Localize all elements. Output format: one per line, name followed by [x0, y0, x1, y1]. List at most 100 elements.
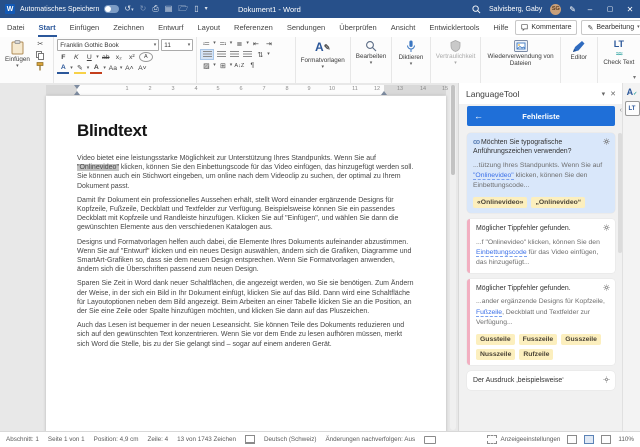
qat-customize-icon[interactable]: ▾	[205, 6, 208, 12]
status-position[interactable]: Position: 4,9 cm	[94, 436, 139, 443]
web-layout-icon[interactable]	[601, 435, 611, 444]
undo-icon[interactable]: ↺▾	[124, 5, 133, 13]
bold-button[interactable]: F	[57, 53, 69, 62]
tab-datei[interactable]: Datei	[0, 18, 32, 37]
numbering-icon[interactable]: ≕	[217, 39, 229, 48]
minimize-button[interactable]: –	[584, 5, 596, 14]
status-track-changes[interactable]: Änderungen nachverfolgen: Aus	[325, 436, 415, 443]
status-page[interactable]: Seite 1 von 1	[48, 436, 85, 443]
paste-button[interactable]: Einfügen▾	[3, 39, 32, 70]
borders-icon[interactable]: ⊞	[217, 61, 229, 70]
status-line[interactable]: Zeile: 4	[147, 436, 168, 443]
copy-icon[interactable]	[34, 50, 47, 60]
avatar[interactable]: SG	[550, 4, 561, 15]
suggestion-chip[interactable]: „Onlinevideo“	[531, 197, 585, 208]
tab-ueberpruefen[interactable]: Überprüfen	[332, 18, 384, 37]
suggestion-chip[interactable]: Nusszeile	[476, 349, 515, 360]
tab-zeichnen[interactable]: Zeichnen	[106, 18, 151, 37]
suggestion-chip[interactable]: «Onlinevideo»	[473, 197, 527, 208]
ink-pen-icon[interactable]: ✎	[569, 5, 576, 14]
cut-icon[interactable]: ✂	[34, 39, 47, 49]
print-layout-icon[interactable]	[584, 435, 594, 444]
line-spacing-icon[interactable]: ⇅	[254, 50, 266, 59]
format-painter-icon[interactable]	[34, 61, 47, 71]
print-preview-icon[interactable]: ⎙	[152, 5, 158, 13]
align-left-icon[interactable]	[200, 49, 214, 60]
font-size-select[interactable]: 11▾	[161, 39, 193, 51]
editing-mode-button[interactable]: ✎ Bearbeitung ▾	[581, 20, 640, 35]
status-section[interactable]: Abschnitt: 1	[6, 436, 39, 443]
gear-icon[interactable]	[603, 284, 610, 291]
left-indent-marker[interactable]	[74, 91, 80, 95]
underline-button[interactable]: U	[83, 53, 95, 62]
gear-icon[interactable]	[603, 138, 610, 145]
font-name-select[interactable]: Franklin Gothic Book▾	[57, 39, 159, 51]
pilcrow-icon[interactable]: ¶	[246, 61, 258, 70]
lt-card-typography[interactable]: coMöchten Sie typografische Anführungsze…	[467, 133, 615, 213]
document-page[interactable]: Blindtext Video bietet eine leistungssta…	[46, 96, 446, 432]
horizontal-ruler[interactable]: 1 2 3 4 5 6 7 8 9 10 11 12 13 14 15	[46, 85, 446, 95]
lt-card-expression[interactable]: Der Ausdruck ‚beispielsweise‘	[467, 371, 615, 390]
close-button[interactable]: ✕	[624, 5, 636, 14]
italic-button[interactable]: K	[70, 53, 82, 62]
highlight-button[interactable]: ✎	[74, 63, 86, 74]
lt-card-typo-2[interactable]: Möglicher Tippfehler gefunden. ...ander …	[467, 279, 615, 365]
subscript-button[interactable]: x₂	[113, 53, 125, 62]
justify-icon[interactable]	[241, 50, 253, 59]
status-language[interactable]: Deutsch (Schweiz)	[264, 436, 317, 443]
editor-button[interactable]: Editor	[569, 39, 589, 62]
document-scrollbar[interactable]	[450, 85, 456, 430]
suggestion-chip[interactable]: Gussteile	[476, 334, 515, 345]
tab-sendungen[interactable]: Sendungen	[280, 18, 332, 37]
shading-icon[interactable]: ▨	[200, 61, 212, 70]
proofing-pane-icon[interactable]: A✓	[627, 87, 638, 97]
decrease-indent-icon[interactable]: ⇤	[250, 39, 262, 48]
suggestion-chip[interactable]: Gusszeile	[561, 334, 601, 345]
maximize-button[interactable]: ▢	[604, 5, 616, 13]
phonetic-guide-button[interactable]: A	[139, 52, 153, 62]
read-mode-icon[interactable]	[567, 435, 577, 444]
check-text-button[interactable]: LT ≈≈ Check Text	[601, 39, 636, 67]
increase-indent-icon[interactable]: ⇥	[263, 39, 275, 48]
strikethrough-button[interactable]: ab	[100, 53, 112, 62]
zoom-level[interactable]: 110%	[618, 436, 634, 443]
tab-layout[interactable]: Layout	[191, 18, 228, 37]
reuse-files-button[interactable]: Wiederverwendung von Dateien	[484, 39, 556, 68]
panel-menu-icon[interactable]: ▾	[602, 90, 606, 98]
align-center-icon[interactable]	[215, 50, 227, 59]
display-settings-button[interactable]: Anzeigeeinstellungen	[487, 435, 560, 444]
tab-entwicklertools[interactable]: Entwicklertools	[422, 18, 486, 37]
superscript-button[interactable]: x²	[126, 53, 138, 62]
keyboard-icon[interactable]	[424, 436, 436, 444]
styles-button[interactable]: A✎ Formatvorlagen▾	[299, 39, 347, 71]
autosave-toggle[interactable]	[104, 5, 119, 13]
align-right-icon[interactable]	[228, 50, 240, 59]
underline-caret[interactable]: ▾	[96, 55, 99, 60]
text-effects-button[interactable]: A	[57, 63, 69, 74]
lt-card-typo-1[interactable]: Möglicher Tippfehler gefunden. ...f "Onl…	[467, 219, 615, 273]
match-link[interactable]: Einbettungscode	[476, 249, 527, 257]
suggestion-chip[interactable]: Fusszeile	[519, 334, 558, 345]
dictate-button[interactable]: Diktieren▾	[397, 39, 426, 68]
user-name[interactable]: Salvisberg, Gaby	[489, 6, 542, 13]
match-link[interactable]: "Onlinevideo"	[473, 172, 514, 180]
right-indent-marker[interactable]	[381, 91, 387, 95]
gear-icon[interactable]	[603, 376, 610, 383]
tab-start[interactable]: Start	[32, 18, 63, 37]
tab-referenzen[interactable]: Referenzen	[227, 18, 280, 37]
comments-button[interactable]: Kommentare	[515, 20, 577, 35]
ribbon-collapse-icon[interactable]: ▾	[633, 74, 636, 81]
tab-ansicht[interactable]: Ansicht	[384, 18, 423, 37]
font-color-button[interactable]: A	[90, 63, 102, 74]
save-icon[interactable]: ▤	[165, 5, 173, 13]
tab-hilfe[interactable]: Hilfe	[486, 18, 515, 37]
shrink-font-button[interactable]: A˅	[136, 64, 148, 73]
status-char-count[interactable]: 13 von 1743 Zeichen	[177, 436, 236, 443]
suggestion-chip[interactable]: Rufzeile	[519, 349, 553, 360]
editing-button[interactable]: Bearbeiten▾	[354, 39, 388, 67]
panel-close-icon[interactable]: ✕	[610, 90, 616, 98]
search-icon[interactable]	[472, 5, 481, 14]
languagetool-pane-button[interactable]: LT	[625, 101, 640, 116]
multilevel-list-icon[interactable]: ≣	[233, 39, 245, 48]
new-doc-icon[interactable]: ▯	[194, 5, 198, 13]
